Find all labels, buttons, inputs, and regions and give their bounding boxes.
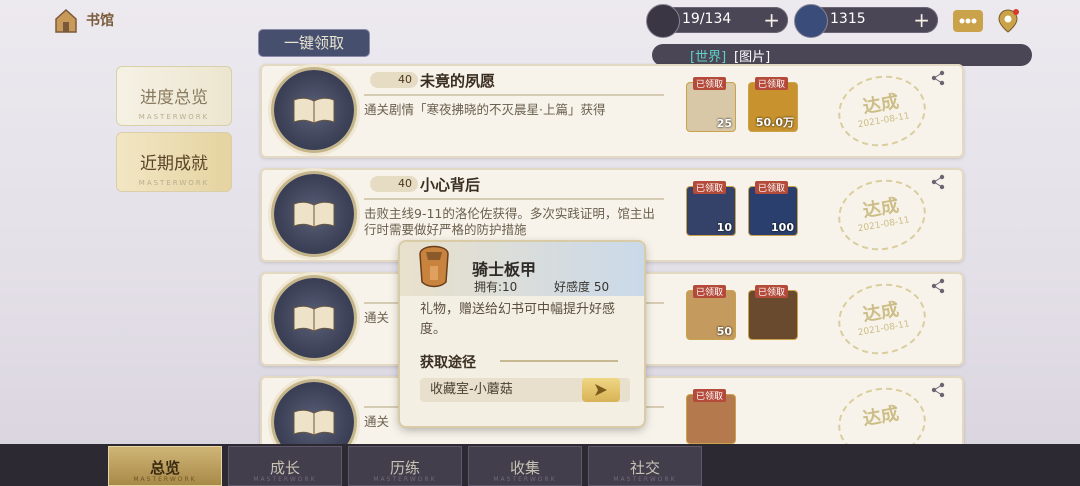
share-icon[interactable]: [930, 382, 946, 398]
bottom-tab[interactable]: 成长 MASTERWORK: [228, 446, 342, 486]
reward-item[interactable]: 已领取 50: [686, 285, 736, 340]
tab-progress-overview-mark: MASTERWORK: [138, 113, 210, 121]
add-crystal-button[interactable]: +: [913, 8, 930, 32]
reward-count: 25: [716, 117, 732, 130]
share-icon[interactable]: [930, 278, 946, 294]
chat-dots-icon: [959, 18, 977, 24]
achievement-title: 未竟的夙愿: [420, 72, 496, 90]
reward-item[interactable]: 已领取 100: [748, 181, 798, 236]
claimed-badge: 已领取: [693, 389, 727, 402]
bottom-tab-mark: MASTERWORK: [493, 476, 557, 483]
tab-recent-achievements-mark: MASTERWORK: [138, 179, 210, 187]
bottom-tab-label: 收集: [509, 459, 540, 477]
claimed-badge: 已领取: [755, 77, 789, 90]
stamp-text: 达成: [861, 403, 901, 431]
open-book-icon: [293, 409, 335, 436]
go-to-source-button[interactable]: [582, 378, 620, 402]
arrow-right-icon: [595, 384, 607, 396]
achievement-points: 40: [370, 176, 418, 192]
open-book-icon: [293, 201, 335, 228]
completed-stamp: 达成 2021-08-11: [832, 172, 932, 258]
world-chat-message: [图片]: [734, 50, 771, 65]
achievement-title: 小心背后: [420, 176, 481, 194]
knight-armor-icon: [419, 245, 449, 288]
bottom-tab-mark: MASTERWORK: [133, 476, 197, 483]
tooltip-description: 礼物，赠送给幻书可中幅提升好感度。: [420, 302, 616, 337]
crystal-value: 1315: [830, 11, 866, 27]
card-divider: [364, 94, 664, 96]
reward-count: 50: [716, 325, 732, 338]
reward-count: 100: [771, 221, 794, 234]
achievement-points: 40: [370, 72, 418, 88]
location-pin-icon[interactable]: [996, 8, 1020, 34]
claimed-badge: 已领取: [693, 181, 727, 194]
bottom-tab-mark: MASTERWORK: [253, 476, 317, 483]
bottom-tab-label: 总览: [149, 459, 180, 477]
achievement-medal: [274, 174, 354, 254]
tooltip-item-name: 骑士板甲: [472, 260, 537, 279]
reward-item[interactable]: 已领取 50.0万: [748, 77, 798, 132]
reward-count: 50.0万: [755, 116, 794, 129]
bottom-tab[interactable]: 社交 MASTERWORK: [588, 446, 702, 486]
achievement-medal: [274, 278, 354, 358]
bottom-tab[interactable]: 总览 MASTERWORK: [108, 446, 222, 486]
completed-stamp: 达成 2021-08-11: [832, 276, 932, 362]
share-icon[interactable]: [930, 70, 946, 86]
reward-item[interactable]: 已领取 25: [686, 77, 736, 132]
claimed-badge: 已领取: [755, 285, 789, 298]
home-label: 书馆: [86, 13, 114, 29]
claimed-badge: 已领取: [693, 285, 727, 298]
stamina-counter: 19/134 +: [646, 4, 788, 38]
claimed-badge: 已领取: [755, 181, 789, 194]
open-book-icon: [293, 305, 335, 332]
claim-all-button[interactable]: 一键领取: [259, 30, 369, 56]
tab-progress-overview[interactable]: 进度总览 MASTERWORK: [116, 66, 232, 126]
tab-recent-achievements[interactable]: 近期成就 MASTERWORK: [116, 132, 232, 192]
bottom-tab-mark: MASTERWORK: [373, 476, 437, 483]
open-book-icon: [293, 97, 335, 124]
bottom-tab[interactable]: 历练 MASTERWORK: [348, 446, 462, 486]
share-icon[interactable]: [930, 174, 946, 190]
tooltip-divider: [500, 360, 618, 362]
tooltip-source-title: 获取途径: [420, 355, 476, 371]
crystal-icon: [794, 4, 828, 38]
tooltip-favor-value: 好感度 50: [554, 280, 610, 294]
tooltip-owned-count: 拥有:10: [474, 280, 518, 294]
tab-progress-overview-label: 进度总览: [140, 88, 208, 108]
claimed-badge: 已领取: [693, 77, 727, 90]
reward-item[interactable]: 已领取: [748, 285, 798, 340]
reward-count: 10: [716, 221, 732, 234]
stamina-candle-icon: [646, 4, 680, 38]
crystal-counter: 1315 +: [794, 4, 938, 38]
home-icon[interactable]: [52, 6, 80, 34]
world-chat-tag: [世界]: [690, 50, 727, 65]
chat-button[interactable]: [953, 10, 983, 32]
world-chat-bar[interactable]: [世界] [图片]: [652, 44, 1032, 66]
bottom-tab[interactable]: 收集 MASTERWORK: [468, 446, 582, 486]
achievement-card[interactable]: 40 未竟的夙愿通关剧情「寒夜拂晓的不灭晨星·上篇」获得 已领取 25 已领取 50.0万…: [260, 64, 964, 158]
card-divider: [364, 198, 664, 200]
tab-recent-achievements-label: 近期成就: [140, 154, 208, 174]
achievement-description: 击败主线9-11的洛伦佐获得。多次实践证明，馆主出行时需要做好严格的防护措施: [364, 206, 655, 237]
achievement-description: 通关剧情「寒夜拂晓的不灭晨星·上篇」获得: [364, 102, 606, 117]
achievement-medal: [274, 70, 354, 150]
reward-item[interactable]: 已领取 10: [686, 181, 736, 236]
add-stamina-button[interactable]: +: [763, 8, 780, 32]
bottom-tab-label: 社交: [629, 459, 660, 477]
item-tooltip: 骑士板甲 拥有:10 好感度 50 礼物，赠送给幻书可中幅提升好感度。 获取途径…: [400, 242, 644, 426]
bottom-tab-mark: MASTERWORK: [613, 476, 677, 483]
completed-stamp: 达成 2021-08-11: [832, 68, 932, 154]
stamina-value: 19/134: [682, 11, 732, 27]
bottom-tab-label: 成长: [269, 459, 300, 477]
reward-item[interactable]: 已领取: [686, 389, 736, 444]
bottom-tab-label: 历练: [389, 459, 420, 477]
